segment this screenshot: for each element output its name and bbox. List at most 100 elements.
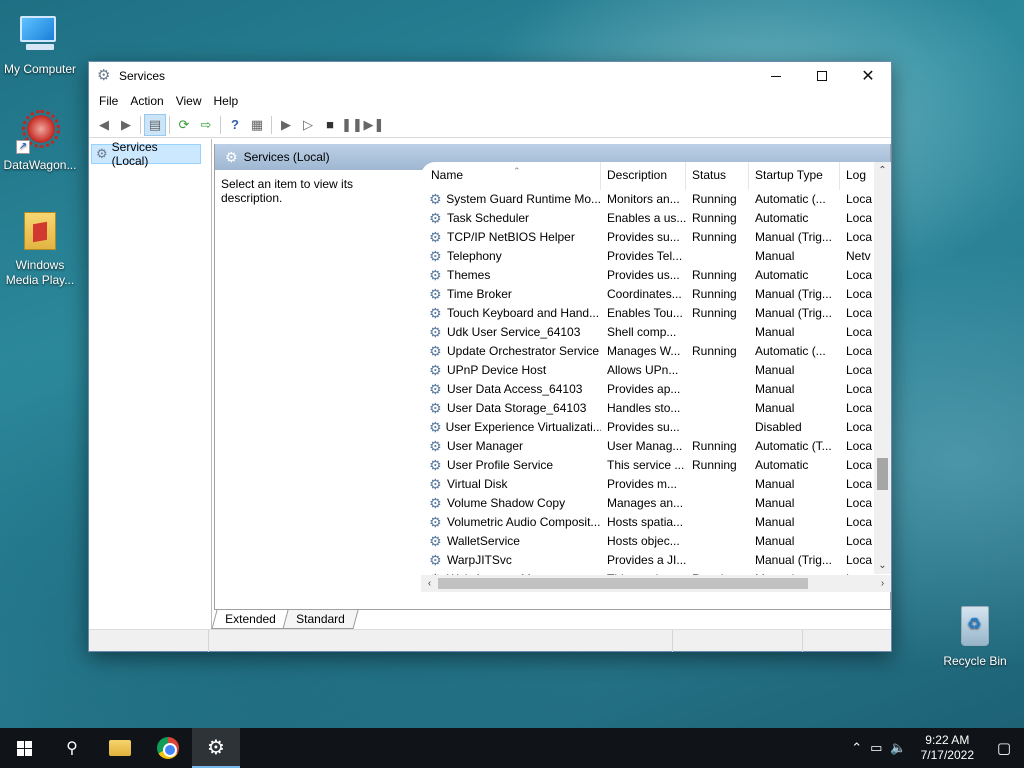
title-bar[interactable]: ⚙ Services ✕ [89,62,891,90]
service-name-cell: ⚙ User Profile Service [421,456,601,475]
service-status: Running [692,211,737,225]
back-button[interactable]: ◀ [93,114,115,136]
column-header-status[interactable]: Status [686,162,749,190]
table-row[interactable]: ⚙ User Experience Virtualizati... Provides… [421,418,881,437]
table-row[interactable]: ⚙ Volume Shadow Copy Manages an... Manual Lo… [421,494,881,513]
service-startup-type: Automatic (... [755,192,826,206]
table-row[interactable]: ⚙ Touch Keyboard and Hand... Enables Tou..… [421,304,881,323]
service-name: User Manager [447,439,524,453]
service-name-cell: ⚙ User Data Access_64103 [421,380,601,399]
menu-file[interactable]: File [93,94,124,108]
help-icon: ? [231,117,239,132]
horizontal-scroll-track[interactable] [438,578,874,589]
service-description: Provides su... [607,420,680,434]
table-row[interactable]: ⚙ Virtual Disk Provides m... Manual Loca [421,475,881,494]
maximize-button[interactable] [799,62,845,90]
menu-action[interactable]: Action [124,94,169,108]
table-row[interactable]: ⚙ User Profile Service This service ... Run… [421,456,881,475]
taskbar-chrome[interactable] [144,728,192,768]
table-row[interactable]: ⚙ User Data Access_64103 Provides ap... Man… [421,380,881,399]
vertical-scrollbar[interactable]: ⌃ ⌄ [874,162,891,574]
system-tray: ⌃ ▭ 🔈 9:22 AM 7/17/2022 ▢ [847,728,1024,768]
table-row[interactable]: ⚙ User Data Storage_64103 Handles sto... Ma… [421,399,881,418]
stop-service-button[interactable]: ■ [319,114,341,136]
start-button[interactable] [0,728,48,768]
forward-button[interactable]: ▶ [115,114,137,136]
minimize-button[interactable] [753,62,799,90]
table-row[interactable]: ⚙ Time Broker Coordinates... Running Manual … [421,285,881,304]
table-row[interactable]: ⚙ WalletService Hosts objec... Manual Loca [421,532,881,551]
network-icon[interactable]: ▭ [866,740,886,756]
clock[interactable]: 9:22 AM 7/17/2022 [911,733,984,763]
scroll-left-icon[interactable]: ‹ [421,578,438,589]
scroll-down-icon[interactable]: ⌄ [874,557,891,574]
chevron-up-icon[interactable]: ⌃ [847,740,866,756]
gear-icon: ⚙ [429,305,442,321]
taskbar-file-explorer[interactable] [96,728,144,768]
horizontal-scrollbar[interactable]: ‹ › [421,575,891,592]
vertical-scroll-thumb[interactable] [877,458,888,490]
play-icon: ▷ [303,116,313,132]
table-row[interactable]: ⚙ Volumetric Audio Composit... Hosts spati… [421,513,881,532]
service-startup-type: Automatic (T... [755,439,832,453]
close-button[interactable]: ✕ [845,62,891,90]
service-name-cell: ⚙ TCP/IP NetBIOS Helper [421,228,601,247]
desktop-icon-windows-media-player[interactable]: Windows Media Play... [0,206,80,288]
status-segment [673,630,803,652]
properties-button[interactable]: ▦ [246,114,268,136]
menu-view[interactable]: View [170,94,208,108]
start-service-button[interactable]: ▶ [275,114,297,136]
desktop-icon-label: Windows Media Play... [5,258,75,287]
restart-service-button[interactable]: ▶❚ [363,114,385,136]
menu-help[interactable]: Help [208,94,245,108]
scroll-up-icon[interactable]: ⌃ [874,162,891,179]
column-header-startup-type[interactable]: Startup Type [749,162,840,190]
table-row[interactable]: ⚙ Themes Provides us... Running Automatic Loc… [421,266,881,285]
service-status: Running [692,192,737,206]
service-name: Touch Keyboard and Hand... [447,306,600,320]
tab-standard[interactable]: Standard [282,610,358,629]
tab-extended[interactable]: Extended [211,610,290,629]
service-description: Enables a us... [607,211,686,225]
table-row[interactable]: ⚙ UPnP Device Host Allows UPn... Manual Loca [421,361,881,380]
service-status: Running [692,268,737,282]
help-button[interactable]: ? [224,114,246,136]
show-hide-console-tree-button[interactable]: ▤ [144,113,166,136]
service-name: Volume Shadow Copy [447,496,566,510]
table-row[interactable]: ⚙ Task Scheduler Enables a us... Running Aut… [421,209,881,228]
table-row[interactable]: ⚙ User Manager User Manag... Running Automat… [421,437,881,456]
play-icon: ▶ [281,116,291,132]
service-description: This service ... [607,458,685,472]
column-header-name[interactable]: Name [421,162,601,190]
description-area: Select an item to view its description. [215,170,421,610]
tree-item-services-local[interactable]: ⚙ Services (Local) [91,140,201,168]
column-header-description[interactable]: Description [601,162,686,190]
window-title: Services [119,69,166,83]
search-button[interactable]: ⚲ [48,728,96,768]
table-row[interactable]: ⚙ Udk User Service_64103 Shell comp... Manu… [421,323,881,342]
pause-service-button[interactable]: ❚❚ [341,114,363,136]
taskbar-services[interactable]: ⚙ [192,728,240,768]
content-area: ⚙ Services (Local) ⚙ Services (Local) Se… [89,139,891,629]
refresh-button[interactable]: ⟳ [173,114,195,136]
volume-icon[interactable]: 🔈 [886,740,910,756]
gear-icon: ⚙ [225,148,238,165]
desktop-icon-datawagon[interactable]: ↗ DataWagon... [0,106,80,173]
start-service-alt-button[interactable]: ▷ [297,114,319,136]
table-row[interactable]: ⚙ Telephony Provides Tel... Manual Netv [421,247,881,266]
service-name-cell: ⚙ User Manager [421,437,601,456]
gear-icon: ⚙ [429,476,442,492]
table-row[interactable]: ⚙ TCP/IP NetBIOS Helper Provides su... Runn… [421,228,881,247]
notification-icon[interactable]: ▢ [984,739,1024,757]
table-row[interactable]: ⚙ System Guard Runtime Mo... Monitors an..… [421,190,881,209]
scroll-right-icon[interactable]: › [874,578,891,589]
export-list-button[interactable]: ⇨ [195,114,217,136]
table-row[interactable]: ⚙ WarpJITSvc Provides a JI... Manual (Trig.… [421,551,881,570]
desktop-icon-my-computer[interactable]: My Computer [0,10,80,77]
toolbar: ◀ ▶ ▤ ⟳ ⇨ ? ▦ ▶ ▷ ■ ❚❚ ▶❚ [89,112,891,138]
table-row[interactable]: ⚙ Update Orchestrator Service Manages W...… [421,342,881,361]
service-description: Handles sto... [607,401,681,415]
desktop-icon-recycle-bin[interactable]: Recycle Bin [935,602,1015,669]
gear-icon: ⚙ [429,438,442,454]
horizontal-scroll-thumb[interactable] [438,578,808,589]
